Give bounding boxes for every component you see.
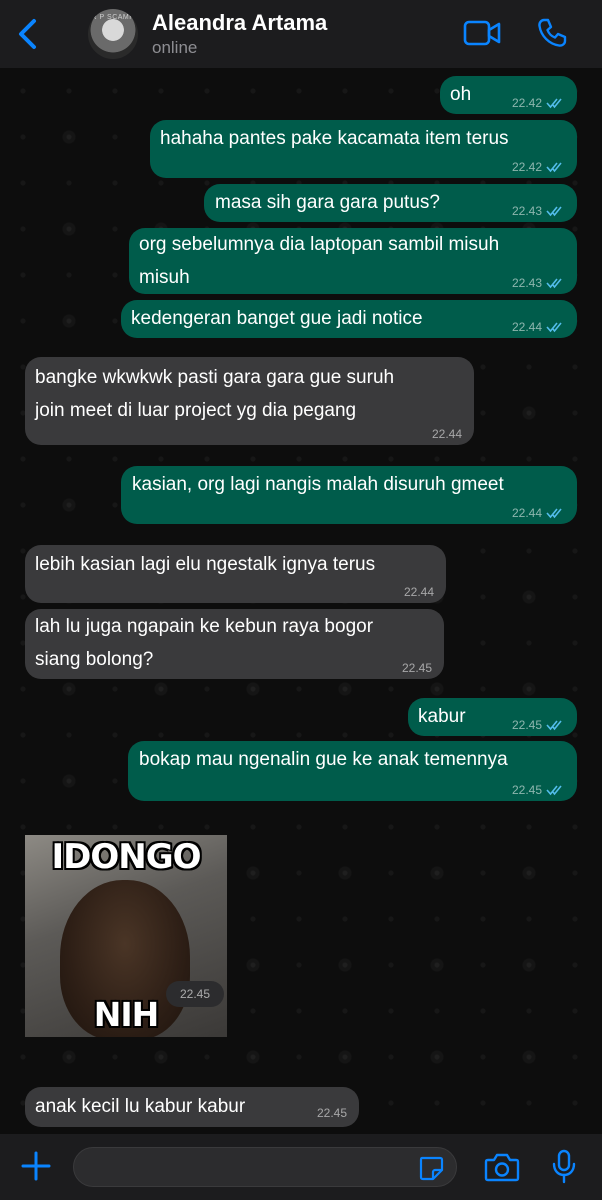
message-bubble[interactable]: masa sih gara gara putus? 22.43 [204, 184, 577, 222]
message-bubble[interactable]: lah lu juga ngapain ke kebun raya bogor … [25, 609, 444, 679]
message-bubble[interactable]: lebih kasian lagi elu ngestalk ignya ter… [25, 545, 446, 603]
message-bubble[interactable]: hahaha pantes pake kacamata item terus 2… [150, 120, 577, 178]
double-check-icon [546, 508, 562, 519]
avatar[interactable]: R P SCAMP [88, 9, 138, 59]
message-meta: 22.44 [512, 320, 565, 334]
double-check-icon [546, 206, 562, 217]
message-bubble[interactable]: org sebelumnya dia laptopan sambil misuh… [129, 228, 577, 294]
phone-icon[interactable] [536, 17, 568, 49]
message-meta: 22.44 [512, 506, 565, 520]
double-check-icon [546, 785, 562, 796]
message-time: 22.44 [511, 506, 542, 520]
double-check-icon [546, 720, 562, 731]
plus-icon[interactable] [20, 1150, 52, 1182]
message-meta: 22.43 [512, 204, 565, 218]
chat-area[interactable]: oh 22.42 hahaha pantes pake kacamata ite… [0, 68, 602, 1134]
message-time: 22.45 [401, 661, 432, 675]
message-text: bokap mau ngenalin gue ke anak temennya [139, 749, 508, 770]
message-time: 22.44 [431, 427, 462, 441]
sticker-top-text: IDONGO [51, 837, 201, 877]
message-bubble[interactable]: bangke wkwkwk pasti gara gara gue suruh … [25, 357, 474, 445]
message-bubble[interactable]: oh 22.42 [440, 76, 577, 114]
contact-name[interactable]: Aleandra Artama [152, 10, 327, 36]
double-check-icon [546, 278, 562, 289]
message-meta: 22.44 [432, 427, 462, 441]
message-text: bangke wkwkwk pasti gara gara gue suruh … [35, 367, 395, 421]
sticker-icon[interactable] [418, 1155, 444, 1181]
message-text: masa sih gara gara putus? [215, 192, 440, 213]
message-meta: 22.42 [512, 160, 565, 174]
message-bubble[interactable]: anak kecil lu kabur kabur 22.45 [25, 1087, 359, 1127]
message-text: anak kecil lu kabur kabur [35, 1096, 246, 1117]
message-meta: 22.45 [512, 718, 565, 732]
message-time: 22.42 [511, 96, 542, 110]
message-text: kasian, org lagi nangis malah disuruh gm… [132, 474, 504, 495]
chevron-left-icon[interactable] [14, 16, 42, 52]
message-text: oh [450, 84, 472, 105]
double-check-icon [546, 162, 562, 173]
message-meta: 22.45 [402, 661, 432, 675]
message-meta: 22.42 [512, 96, 565, 110]
message-time: 22.45 [511, 718, 542, 732]
message-meta: 22.45 [317, 1106, 347, 1120]
sticker-time: 22.45 [166, 981, 224, 1007]
message-time: 22.42 [511, 160, 542, 174]
video-camera-icon[interactable] [463, 18, 501, 48]
chat-header: R P SCAMP Aleandra Artama online [0, 0, 602, 68]
camera-icon[interactable] [484, 1151, 520, 1183]
message-time: 22.43 [511, 276, 542, 290]
message-time: 22.44 [403, 585, 434, 599]
message-meta: 22.43 [512, 276, 565, 290]
contact-status: online [152, 38, 198, 57]
message-text: lah lu juga ngapain ke kebun raya bogor … [35, 616, 374, 670]
avatar-text: R P SCAMP [91, 14, 135, 21]
message-time: 22.44 [511, 320, 542, 334]
message-time: 22.45 [316, 1106, 347, 1120]
message-input[interactable] [73, 1147, 457, 1187]
message-bubble[interactable]: kedengeran banget gue jadi notice 22.44 [121, 300, 577, 338]
message-text: kedengeran banget gue jadi notice [131, 308, 423, 329]
double-check-icon [546, 98, 562, 109]
message-bubble[interactable]: kabur 22.45 [408, 698, 577, 736]
message-time: 22.45 [511, 783, 542, 797]
message-text: lebih kasian lagi elu ngestalk ignya ter… [35, 554, 376, 575]
message-text: org sebelumnya dia laptopan sambil misuh… [139, 234, 500, 288]
message-bubble[interactable]: kasian, org lagi nangis malah disuruh gm… [121, 466, 577, 524]
input-bar [0, 1134, 602, 1200]
message-bubble[interactable]: bokap mau ngenalin gue ke anak temennya … [128, 741, 577, 801]
double-check-icon [546, 322, 562, 333]
message-text: kabur [418, 706, 466, 727]
message-time: 22.43 [511, 204, 542, 218]
message-meta: 22.44 [404, 585, 434, 599]
microphone-icon[interactable] [550, 1149, 578, 1185]
message-text: hahaha pantes pake kacamata item terus [160, 128, 509, 149]
message-meta: 22.45 [512, 783, 565, 797]
